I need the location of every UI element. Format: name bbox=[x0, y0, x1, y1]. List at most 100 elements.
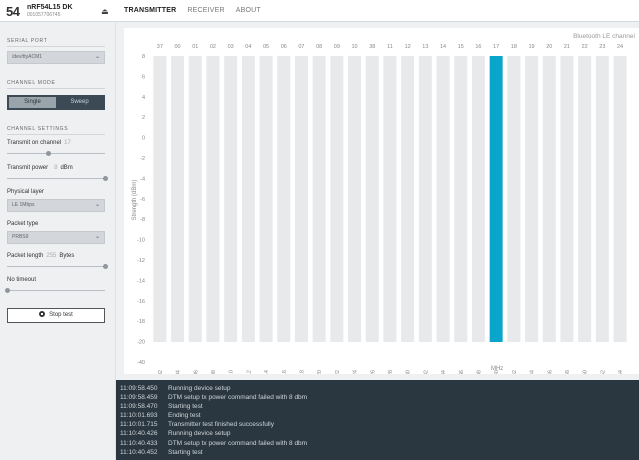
device-name[interactable]: nRF54L15 DK bbox=[27, 4, 73, 11]
serial-port-title: SERIAL PORT bbox=[7, 38, 48, 44]
log-row: 11:09:58.459 DTM setup tx power command f… bbox=[116, 393, 639, 402]
channel-bar bbox=[418, 56, 432, 342]
channel-bar bbox=[224, 56, 238, 342]
tab-receiver[interactable]: RECEIVER bbox=[187, 7, 224, 14]
log-message: Starting test bbox=[168, 403, 203, 411]
channel-bar bbox=[436, 56, 450, 342]
channel-label: 00 bbox=[174, 44, 180, 50]
frequency-label: 2416 bbox=[282, 370, 288, 374]
log-time: 11:10:40.426 bbox=[120, 430, 158, 438]
x-axis-label: MHz bbox=[491, 366, 503, 372]
channel-mode-title: CHANNEL MODE bbox=[7, 80, 56, 86]
transmit-power-label: Transmit power 8 dBm bbox=[7, 165, 73, 171]
packet-length-label: Packet length 255 Bytes bbox=[7, 253, 74, 259]
frequency-label: 2414 bbox=[264, 370, 270, 374]
frequency-label: 2412 bbox=[246, 370, 252, 374]
transmit-power-unit: dBm bbox=[60, 165, 73, 171]
y-tick-label: -12 bbox=[137, 258, 145, 264]
chart-panel: Bluetooth LE channel 8 6 4 2 0 -2 -4 -6 -8 -10 -12-… bbox=[116, 22, 639, 380]
transmit-power-value[interactable]: 8 bbox=[54, 165, 57, 171]
channel-label: 06 bbox=[281, 44, 287, 50]
transmit-power-text: Transmit power bbox=[7, 165, 49, 171]
channel-bar bbox=[206, 56, 220, 342]
tab-about[interactable]: ABOUT bbox=[236, 7, 261, 14]
y-tick-label: -40 bbox=[137, 360, 145, 366]
frequency-label: 2418 bbox=[299, 370, 305, 374]
tab-transmitter[interactable]: TRANSMITTER bbox=[124, 7, 176, 14]
slider-handle[interactable] bbox=[102, 176, 108, 181]
frequency-label: 2450 bbox=[583, 370, 589, 374]
log-row: 11:10:01.693 Ending test bbox=[116, 411, 639, 420]
log-panel[interactable]: 11:09:58.450 Running device setup 11:09:58… bbox=[116, 380, 639, 460]
mode-single-button[interactable]: Single bbox=[9, 97, 56, 108]
transmit-channel-value[interactable]: 17 bbox=[64, 140, 71, 146]
divider bbox=[7, 134, 105, 135]
chevron-down-icon: ⌄ bbox=[94, 234, 100, 240]
frequency-label: 2408 bbox=[211, 370, 217, 374]
channel-label: 11 bbox=[387, 44, 393, 50]
stop-test-button[interactable]: Stop test bbox=[7, 308, 105, 323]
channel-label: 05 bbox=[263, 44, 269, 50]
frequency-label: 2442 bbox=[512, 370, 518, 374]
transmit-power-slider[interactable] bbox=[7, 176, 108, 181]
log-row: 11:10:40.426 Running device setup bbox=[116, 429, 639, 438]
eject-icon[interactable]: ⏏ bbox=[101, 7, 109, 16]
channel-bar bbox=[277, 56, 291, 342]
frequency-label: 2404 bbox=[176, 370, 182, 374]
channel-bar bbox=[507, 56, 521, 342]
packet-type-select[interactable]: PRBS9 ⌄ bbox=[7, 231, 105, 244]
main-nav: TRANSMITTER RECEIVER ABOUT bbox=[124, 7, 261, 14]
log-message: Running device setup bbox=[168, 385, 231, 392]
channel-bar bbox=[348, 56, 362, 342]
frequency-label: 2438 bbox=[476, 370, 482, 374]
packet-length-slider[interactable] bbox=[7, 264, 108, 269]
channel-label: 20 bbox=[546, 44, 552, 50]
channel-label: 38 bbox=[369, 44, 375, 50]
log-time: 11:09:58.470 bbox=[120, 403, 158, 411]
chart-title: Bluetooth LE channel bbox=[573, 33, 635, 40]
y-tick-label: -2 bbox=[140, 156, 145, 162]
channel-bar bbox=[542, 56, 556, 342]
channel-bar bbox=[312, 56, 326, 342]
timeout-label: No timeout bbox=[7, 277, 37, 283]
y-tick-label: -6 bbox=[140, 197, 145, 203]
y-tick-label: -18 bbox=[137, 319, 145, 325]
channel-label: 23 bbox=[599, 44, 605, 50]
frequency-label: 2406 bbox=[193, 370, 199, 374]
serial-port-select[interactable]: /dev/ttyACM1 ⌄ bbox=[7, 51, 105, 64]
transmit-channel-slider[interactable] bbox=[7, 151, 105, 156]
phy-select[interactable]: LE 1Mbps ⌄ bbox=[7, 199, 105, 212]
channel-label: 22 bbox=[582, 44, 588, 50]
frequency-label: 2420 bbox=[317, 370, 323, 374]
channel-label: 09 bbox=[334, 44, 340, 50]
slider-handle[interactable] bbox=[102, 264, 108, 269]
y-tick-label: 0 bbox=[142, 136, 145, 142]
channel-strength-chart: Bluetooth LE channel86420-2-4-6-8-10-12-… bbox=[132, 33, 635, 374]
packet-length-value[interactable]: 255 bbox=[46, 253, 56, 259]
log-row: 11:09:58.470 Starting test bbox=[116, 402, 639, 411]
transmit-channel-text: Transmit on channel bbox=[7, 140, 62, 146]
log-time: 11:10:01.693 bbox=[120, 412, 158, 420]
log-row: 11:10:40.452 Starting test bbox=[116, 448, 639, 457]
frequency-label: 2432 bbox=[423, 370, 429, 374]
timeout-slider[interactable] bbox=[4, 288, 105, 293]
log-message: Transmitter test finished successfully bbox=[168, 421, 274, 429]
channel-label: 01 bbox=[192, 44, 198, 50]
channel-bar bbox=[383, 56, 397, 342]
slider-handle[interactable] bbox=[4, 288, 10, 293]
chevron-down-icon: ⌄ bbox=[94, 54, 100, 60]
channel-label: 19 bbox=[528, 44, 534, 50]
channel-label: 08 bbox=[316, 44, 322, 50]
stop-icon bbox=[39, 311, 46, 317]
mode-sweep-button[interactable]: Sweep bbox=[56, 97, 103, 108]
packet-length-text: Packet length bbox=[7, 253, 44, 259]
slider-handle[interactable] bbox=[46, 151, 52, 156]
y-tick-label: 4 bbox=[142, 95, 145, 101]
channel-label: 37 bbox=[157, 44, 163, 50]
log-time: 11:09:58.450 bbox=[120, 385, 158, 392]
y-tick-label: -4 bbox=[140, 176, 145, 182]
frequency-label: 2434 bbox=[441, 370, 447, 374]
frequency-label: 2424 bbox=[353, 370, 359, 374]
channel-label: 21 bbox=[564, 44, 570, 50]
phy-value: LE 1Mbps bbox=[12, 202, 35, 208]
